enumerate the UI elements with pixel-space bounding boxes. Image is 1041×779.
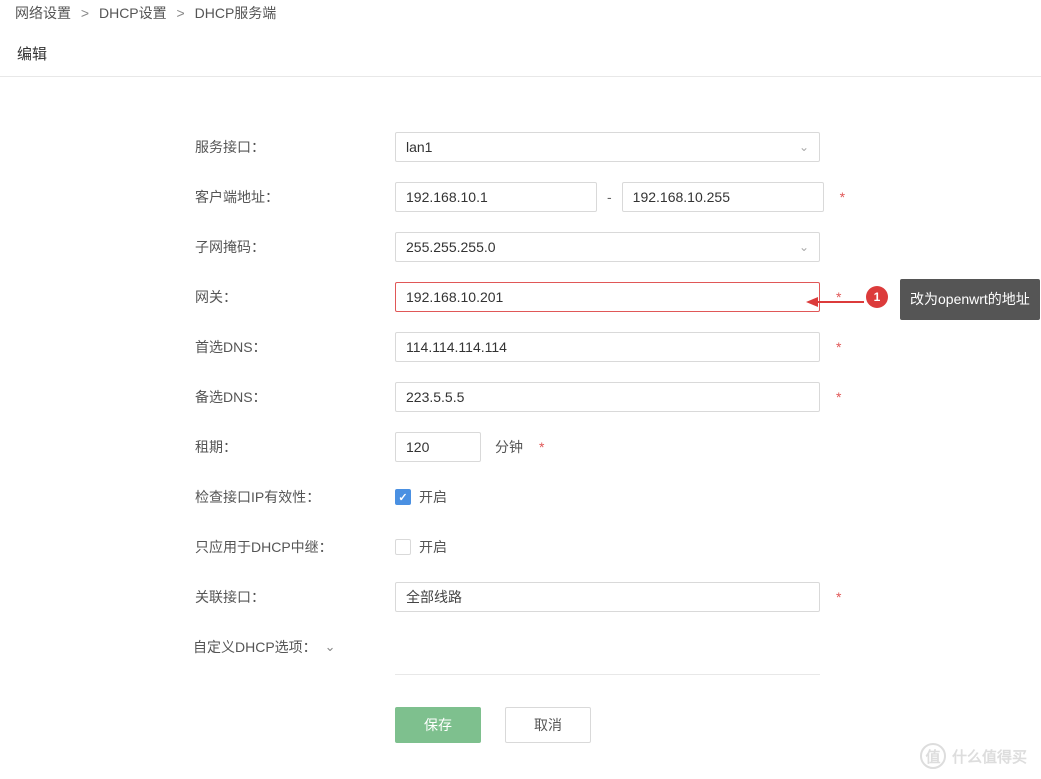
input-related-interface[interactable]: 全部线路	[395, 582, 820, 612]
watermark-icon: 值	[920, 743, 946, 769]
required-marker: *	[539, 439, 544, 455]
row-secondary-dns: 备选DNS： *	[0, 382, 1041, 412]
required-marker: *	[836, 589, 841, 605]
select-value: 255.255.255.0	[406, 239, 496, 255]
input-gateway[interactable]	[395, 282, 820, 312]
label-gateway: 网关：	[0, 287, 395, 307]
label-custom-dhcp-options[interactable]: 自定义DHCP选项： ⌄	[0, 637, 395, 657]
chevron-down-icon: ⌄	[325, 639, 336, 655]
row-custom-dhcp-options: 自定义DHCP选项： ⌄	[0, 632, 1041, 662]
breadcrumb-sep: >	[177, 5, 185, 21]
required-marker: *	[840, 189, 845, 205]
checkbox-label: 开启	[419, 487, 447, 507]
breadcrumb-item[interactable]: 网络设置	[15, 5, 71, 21]
label-client-address: 客户端地址：	[0, 187, 395, 207]
row-dhcp-relay-only: 只应用于DHCP中继： 开启	[0, 532, 1041, 562]
select-subnet-mask[interactable]: 255.255.255.0 ⌄	[395, 232, 820, 262]
label-check-ip-validity: 检查接口IP有效性：	[0, 487, 395, 507]
button-row: 保存 取消	[395, 707, 1041, 743]
checkbox-check-ip-validity[interactable]	[395, 489, 411, 505]
breadcrumb-item[interactable]: DHCP设置	[99, 5, 167, 21]
row-related-interface: 关联接口： 全部线路 *	[0, 582, 1041, 612]
required-marker: *	[836, 289, 841, 305]
label-related-interface: 关联接口：	[0, 587, 395, 607]
unit-minutes: 分钟	[495, 437, 523, 457]
cancel-button[interactable]: 取消	[505, 707, 591, 743]
row-check-ip-validity: 检查接口IP有效性： 开启	[0, 482, 1041, 512]
label-primary-dns: 首选DNS：	[0, 337, 395, 357]
checkbox-dhcp-relay-only[interactable]	[395, 539, 411, 555]
label-service-interface: 服务接口：	[0, 137, 395, 157]
checkbox-label: 开启	[419, 537, 447, 557]
input-secondary-dns[interactable]	[395, 382, 820, 412]
breadcrumb-sep: >	[81, 5, 89, 21]
label-lease: 租期：	[0, 437, 395, 457]
input-lease[interactable]	[395, 432, 481, 462]
divider	[395, 674, 820, 675]
row-lease: 租期： 分钟 *	[0, 432, 1041, 462]
chevron-down-icon: ⌄	[799, 140, 809, 154]
input-client-address-end[interactable]	[622, 182, 824, 212]
row-client-address: 客户端地址： - *	[0, 182, 1041, 212]
required-marker: *	[836, 389, 841, 405]
range-separator: -	[607, 189, 612, 205]
breadcrumb-item[interactable]: DHCP服务端	[195, 5, 277, 21]
row-service-interface: 服务接口： lan1 ⌄	[0, 132, 1041, 162]
chevron-down-icon: ⌄	[799, 240, 809, 254]
breadcrumb: 网络设置 > DHCP设置 > DHCP服务端	[0, 0, 1041, 31]
annotation-badge: 1	[866, 286, 888, 308]
select-value: lan1	[406, 139, 432, 155]
watermark-text: 什么值得买	[952, 746, 1027, 767]
select-service-interface[interactable]: lan1 ⌄	[395, 132, 820, 162]
label-secondary-dns: 备选DNS：	[0, 387, 395, 407]
label-dhcp-relay-only: 只应用于DHCP中继：	[0, 537, 395, 557]
watermark: 值 什么值得买	[920, 743, 1027, 769]
required-marker: *	[836, 339, 841, 355]
page-title: 编辑	[0, 31, 1041, 77]
save-button[interactable]: 保存	[395, 707, 481, 743]
annotation-text: 改为openwrt的地址	[900, 279, 1040, 320]
row-subnet-mask: 子网掩码： 255.255.255.0 ⌄	[0, 232, 1041, 262]
input-primary-dns[interactable]	[395, 332, 820, 362]
label-subnet-mask: 子网掩码：	[0, 237, 395, 257]
input-client-address-start[interactable]	[395, 182, 597, 212]
row-primary-dns: 首选DNS： *	[0, 332, 1041, 362]
form-container: 服务接口： lan1 ⌄ 客户端地址： - * 子网掩码： 255.255.25…	[0, 77, 1041, 743]
